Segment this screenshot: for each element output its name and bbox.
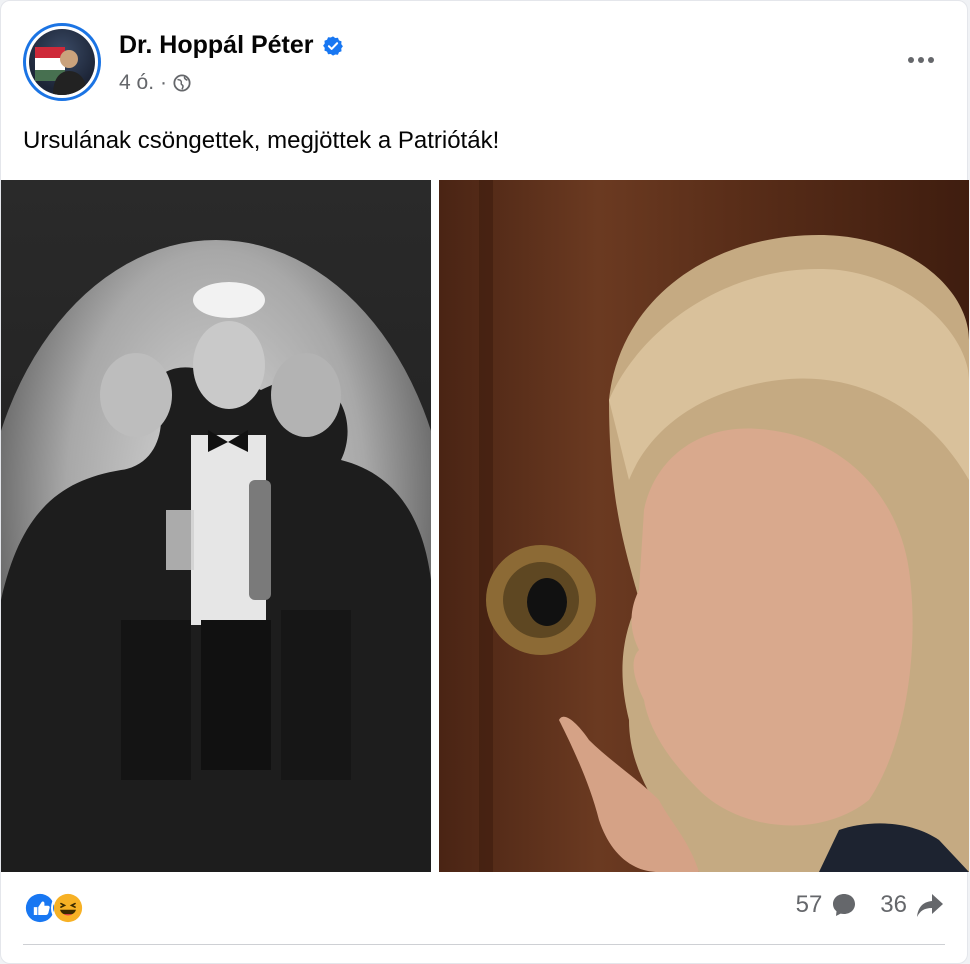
author-row: Dr. Hoppál Péter bbox=[119, 31, 344, 60]
post-meta: 4 ó. · bbox=[119, 71, 191, 95]
shares-count-button[interactable]: 36 bbox=[880, 891, 945, 919]
verified-badge-icon bbox=[322, 35, 343, 56]
meta-separator: · bbox=[160, 71, 168, 94]
post-card: Dr. Hoppál Péter 4 ó. · Ursulának csönge… bbox=[0, 0, 969, 964]
author-name[interactable]: Dr. Hoppál Péter bbox=[119, 31, 314, 60]
post-footer: 57 36 bbox=[23, 889, 945, 929]
haha-reaction-icon bbox=[51, 891, 85, 925]
post-header: Dr. Hoppál Péter 4 ó. · bbox=[23, 23, 953, 103]
post-time[interactable]: 4 ó. bbox=[119, 71, 154, 95]
peephole-photo[interactable] bbox=[1, 180, 431, 872]
post-caption: Ursulának csöngettek, megjöttek a Patrió… bbox=[23, 127, 500, 154]
reactions-summary[interactable] bbox=[23, 891, 85, 925]
more-options-icon[interactable] bbox=[901, 45, 941, 75]
engagement-counts: 57 36 bbox=[796, 891, 945, 919]
avatar-image bbox=[29, 29, 95, 95]
globe-icon[interactable] bbox=[173, 74, 191, 92]
footer-divider bbox=[23, 944, 945, 945]
author-avatar[interactable] bbox=[23, 23, 101, 101]
comments-count: 57 bbox=[795, 891, 823, 918]
woman-peeking-figure bbox=[479, 180, 969, 872]
post-media[interactable] bbox=[1, 180, 969, 872]
shares-count: 36 bbox=[880, 891, 907, 918]
three-men-figure bbox=[1, 282, 431, 872]
comment-icon bbox=[833, 894, 856, 916]
woman-at-door-photo[interactable] bbox=[439, 180, 969, 872]
share-icon bbox=[917, 894, 943, 917]
comments-count-button[interactable]: 57 bbox=[796, 891, 859, 919]
